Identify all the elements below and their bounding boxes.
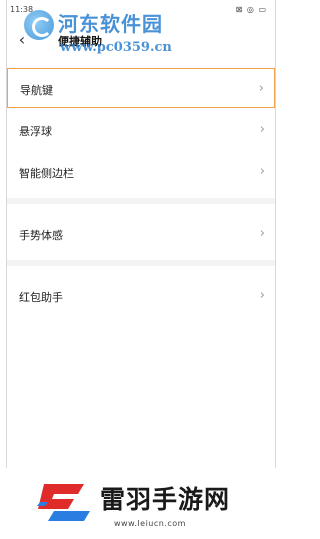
page-title: 便捷辅助 (58, 35, 102, 48)
section-divider (7, 260, 275, 266)
footer-brand-watermark: 雷羽手游网 www.leiucn.com (0, 468, 281, 539)
back-arrow-icon[interactable]: ‹ (12, 30, 32, 50)
chevron-right-icon: › (259, 288, 265, 303)
app-header: ‹ 便捷辅助 (0, 22, 281, 58)
status-bar: 11:38 ⊠ ◎ ▭ (0, 0, 281, 22)
chevron-right-icon: › (259, 164, 265, 179)
status-icons: ⊠ ◎ ▭ (235, 5, 267, 14)
frame-right-line (275, 0, 276, 539)
chevron-right-icon: › (258, 81, 264, 96)
section-divider (7, 198, 275, 204)
menu-item-label: 导航键 (20, 84, 53, 97)
menu-item-red-packet-assistant[interactable]: 红包助手 › (7, 276, 275, 316)
menu-item-label: 智能侧边栏 (19, 167, 74, 180)
brand-logo-icon (37, 484, 90, 521)
status-time: 11:38 (10, 5, 34, 14)
chevron-right-icon: › (259, 122, 265, 137)
menu-item-nav-keys[interactable]: 导航键 › (7, 68, 275, 108)
menu-item-label: 悬浮球 (19, 125, 52, 138)
menu-item-floating-ball[interactable]: 悬浮球 › (7, 110, 275, 150)
menu-item-gestures[interactable]: 手势体感 › (7, 214, 275, 254)
chevron-right-icon: › (259, 226, 265, 241)
menu-item-label: 红包助手 (19, 291, 63, 304)
brand-url: www.leiucn.com (114, 519, 186, 528)
brand-name: 雷羽手游网 (100, 485, 231, 514)
menu-item-label: 手势体感 (19, 229, 63, 242)
menu-item-smart-sidebar[interactable]: 智能侧边栏 › (7, 152, 275, 192)
